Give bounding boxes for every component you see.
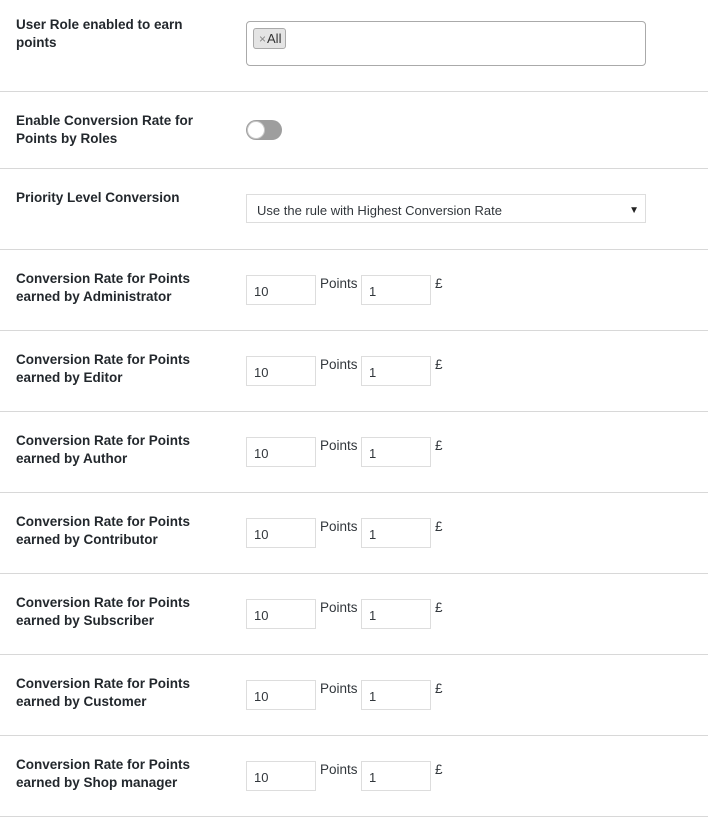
rate-label: Conversion Rate for Points earned by Cus… xyxy=(16,676,191,709)
points-unit-label: Points xyxy=(320,519,358,534)
rate-row: Conversion Rate for Points earned by Sub… xyxy=(0,574,708,655)
rate-row: Conversion Rate for Points earned by Cus… xyxy=(0,655,708,736)
priority-select[interactable]: Use the rule with Highest Conversion Rat… xyxy=(246,194,646,223)
user-role-multiselect[interactable]: ×All xyxy=(246,21,646,66)
priority-selected-value: Use the rule with Highest Conversion Rat… xyxy=(257,203,502,218)
points-input[interactable]: 10 xyxy=(246,356,316,386)
currency-input[interactable]: 1 xyxy=(361,437,431,467)
user-role-row: User Role enabled to earn points ×All xyxy=(0,0,708,92)
points-unit-label: Points xyxy=(320,438,358,453)
currency-symbol: £ xyxy=(435,681,443,696)
priority-row: Priority Level Conversion Use the rule w… xyxy=(0,169,708,250)
points-unit-label: Points xyxy=(320,357,358,372)
rate-row: Conversion Rate for Points earned by Con… xyxy=(0,493,708,574)
currency-input[interactable]: 1 xyxy=(361,680,431,710)
chevron-down-icon: ▼ xyxy=(629,205,639,216)
points-unit-label: Points xyxy=(320,276,358,291)
user-role-field: ×All xyxy=(246,21,646,66)
remove-tag-icon[interactable]: × xyxy=(259,32,266,46)
enable-roles-field xyxy=(246,120,282,140)
enable-roles-label: Enable Conversion Rate for Points by Rol… xyxy=(16,113,194,146)
currency-symbol: £ xyxy=(435,600,443,615)
currency-input[interactable]: 1 xyxy=(361,275,431,305)
priority-field: Use the rule with Highest Conversion Rat… xyxy=(246,194,646,223)
currency-input[interactable]: 1 xyxy=(361,518,431,548)
currency-symbol: £ xyxy=(435,276,443,291)
priority-label: Priority Level Conversion xyxy=(16,190,180,205)
rates-list: Conversion Rate for Points earned by Adm… xyxy=(0,250,708,817)
currency-symbol: £ xyxy=(435,519,443,534)
user-role-label: User Role enabled to earn points xyxy=(16,17,183,50)
enable-roles-row: Enable Conversion Rate for Points by Rol… xyxy=(0,92,708,169)
points-input[interactable]: 10 xyxy=(246,761,316,791)
rate-label: Conversion Rate for Points earned by Adm… xyxy=(16,271,191,304)
currency-input[interactable]: 1 xyxy=(361,599,431,629)
points-input[interactable]: 10 xyxy=(246,680,316,710)
rate-row: Conversion Rate for Points earned by Adm… xyxy=(0,250,708,331)
currency-symbol: £ xyxy=(435,762,443,777)
points-input[interactable]: 10 xyxy=(246,518,316,548)
rate-label: Conversion Rate for Points earned by Sub… xyxy=(16,595,191,628)
currency-symbol: £ xyxy=(435,438,443,453)
rate-label: Conversion Rate for Points earned by Con… xyxy=(16,514,191,547)
points-unit-label: Points xyxy=(320,600,358,615)
rate-label: Conversion Rate for Points earned by Sho… xyxy=(16,757,191,790)
role-tag-label: All xyxy=(267,31,282,46)
toggle-knob xyxy=(247,121,265,139)
currency-symbol: £ xyxy=(435,357,443,372)
rate-label: Conversion Rate for Points earned by Aut… xyxy=(16,433,191,466)
currency-input[interactable]: 1 xyxy=(361,761,431,791)
rate-row: Conversion Rate for Points earned by Edi… xyxy=(0,331,708,412)
points-input[interactable]: 10 xyxy=(246,599,316,629)
points-unit-label: Points xyxy=(320,762,358,777)
currency-input[interactable]: 1 xyxy=(361,356,431,386)
points-input[interactable]: 10 xyxy=(246,275,316,305)
rate-label: Conversion Rate for Points earned by Edi… xyxy=(16,352,191,385)
rate-row: Conversion Rate for Points earned by Aut… xyxy=(0,412,708,493)
points-unit-label: Points xyxy=(320,681,358,696)
rate-row: Conversion Rate for Points earned by Sho… xyxy=(0,736,708,817)
role-tag-all: ×All xyxy=(253,28,287,49)
points-input[interactable]: 10 xyxy=(246,437,316,467)
enable-roles-toggle[interactable] xyxy=(246,120,282,140)
settings-form: User Role enabled to earn points ×All En… xyxy=(0,0,708,817)
